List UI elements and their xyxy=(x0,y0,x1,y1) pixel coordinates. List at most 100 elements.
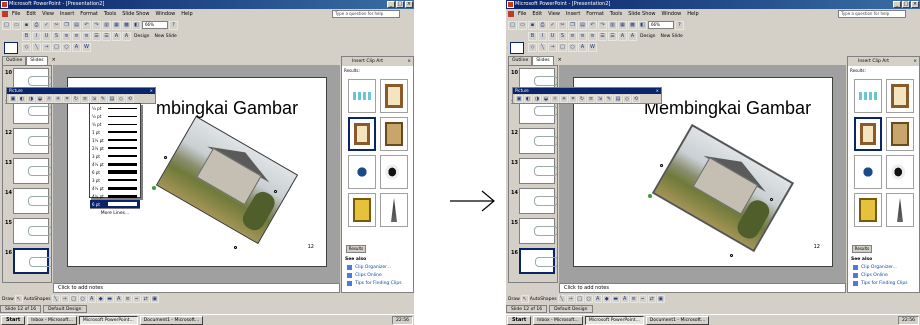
menu-edit[interactable]: Edit xyxy=(532,9,542,19)
line-style-icon[interactable]: ≡ xyxy=(629,295,638,303)
rect-icon[interactable]: □ xyxy=(52,42,61,52)
tab-slides[interactable]: Slides xyxy=(26,56,48,65)
menu-format[interactable]: Format xyxy=(586,9,604,19)
arrow-style-icon[interactable]: ⇄ xyxy=(647,295,656,303)
arrow-icon[interactable]: → xyxy=(42,42,51,52)
close-icon[interactable]: × xyxy=(48,56,56,65)
bold-icon[interactable]: B xyxy=(22,31,31,41)
close-icon[interactable]: × xyxy=(407,57,411,66)
menu-tools[interactable]: Tools xyxy=(610,9,622,19)
shadow-icon[interactable]: S xyxy=(558,31,567,41)
dash-style-icon[interactable]: ┅ xyxy=(638,295,647,303)
shadow-icon[interactable]: ▣ xyxy=(150,295,159,303)
italic-icon[interactable]: I xyxy=(32,31,41,41)
align-right-icon[interactable]: ≡ xyxy=(82,31,91,41)
close-button[interactable]: × xyxy=(911,1,919,8)
slide-layout-icon[interactable] xyxy=(4,42,18,54)
table-icon[interactable]: ▦ xyxy=(112,20,121,30)
thumbnail-item[interactable]: 12 xyxy=(511,128,557,156)
rect-icon[interactable]: □ xyxy=(558,42,567,52)
align-left-icon[interactable]: ≡ xyxy=(568,31,577,41)
compress-icon[interactable]: ⇲ xyxy=(596,95,604,103)
line-color-icon[interactable]: ▬ xyxy=(105,295,114,303)
bullets-icon[interactable]: ☰ xyxy=(608,31,617,41)
taskbar-item-active[interactable]: Microsoft PowerPoint... xyxy=(78,315,138,325)
tips-link[interactable]: Tips for Finding Clips xyxy=(853,281,908,286)
rotate-icon[interactable]: ↻ xyxy=(72,95,80,103)
new-icon[interactable]: □ xyxy=(2,20,11,30)
slide-title[interactable]: mbingkai Gambar xyxy=(156,98,298,119)
redo-icon[interactable]: ↷ xyxy=(92,20,101,30)
zoom-select[interactable]: 66% xyxy=(648,21,674,29)
close-icon[interactable]: × xyxy=(554,56,562,65)
clips-online-link[interactable]: Clips Online xyxy=(347,273,382,278)
table-icon[interactable]: ▦ xyxy=(618,20,627,30)
draw-menu[interactable]: Draw xyxy=(2,297,14,302)
rect-icon[interactable]: □ xyxy=(69,295,78,303)
results-button[interactable]: Results xyxy=(852,245,872,253)
clip-organizer-link[interactable]: Clip Organizer... xyxy=(347,265,391,270)
paste-icon[interactable]: ▤ xyxy=(72,20,81,30)
more-lines-option[interactable]: More Lines... xyxy=(90,208,140,217)
thumbnail-item[interactable]: 12 xyxy=(5,128,51,156)
spell-icon[interactable]: ✓ xyxy=(42,20,51,30)
arrow-icon[interactable]: → xyxy=(548,42,557,52)
undo-icon[interactable]: ↶ xyxy=(82,20,91,30)
design-button[interactable]: Design xyxy=(132,34,152,39)
line-style-option[interactable]: 4½ pt xyxy=(90,192,140,200)
clip-item-selected[interactable] xyxy=(854,117,882,151)
italic-icon[interactable]: I xyxy=(538,31,547,41)
contrast-down-icon[interactable]: ◒ xyxy=(542,95,550,103)
thumbnail-item-selected[interactable]: 16 xyxy=(511,248,557,276)
numbering-icon[interactable]: ☰ xyxy=(598,31,607,41)
menu-tools[interactable]: Tools xyxy=(104,9,116,19)
clip-item[interactable] xyxy=(854,79,882,113)
notes-field[interactable]: Click to add notes xyxy=(559,283,846,293)
thumbnail-item[interactable]: 15 xyxy=(5,218,51,246)
minimize-button[interactable]: _ xyxy=(387,1,395,8)
clip-item[interactable] xyxy=(854,155,882,189)
line-style-icon[interactable]: ≡ xyxy=(81,95,89,103)
resize-handle[interactable] xyxy=(730,254,733,257)
new-icon[interactable]: □ xyxy=(508,20,517,30)
arrow-icon[interactable]: → xyxy=(60,295,69,303)
insert-picture-icon[interactable]: ▣ xyxy=(9,95,17,103)
new-slide-button[interactable]: New Slide xyxy=(659,34,685,39)
oval-icon[interactable]: ○ xyxy=(62,42,71,52)
align-left-icon[interactable]: ≡ xyxy=(62,31,71,41)
font-grow-icon[interactable]: A xyxy=(112,31,121,41)
select-icon[interactable]: ↖ xyxy=(14,295,23,303)
rotate-handle[interactable] xyxy=(152,186,156,190)
menu-help[interactable]: Help xyxy=(687,9,698,19)
help-search-input[interactable]: Type a question for help xyxy=(838,10,906,18)
thumbnail-item[interactable]: 15 xyxy=(511,218,557,246)
rect-icon[interactable]: □ xyxy=(575,295,584,303)
insert-picture-icon[interactable]: ▣ xyxy=(515,95,523,103)
format-picture-icon[interactable]: ▤ xyxy=(614,95,622,103)
color-icon[interactable]: ◐ xyxy=(18,95,26,103)
format-picture-icon[interactable]: ▤ xyxy=(108,95,116,103)
resize-handle[interactable] xyxy=(660,164,663,167)
bullets-icon[interactable]: ☰ xyxy=(102,31,111,41)
slide-canvas[interactable]: Membingkai Gambar 12 xyxy=(573,77,833,267)
oval-icon[interactable]: ○ xyxy=(584,295,593,303)
color-icon[interactable]: ◧ xyxy=(638,20,647,30)
line-style-option[interactable]: ½ pt xyxy=(90,112,140,120)
clip-organizer-link[interactable]: Clip Organizer... xyxy=(853,265,897,270)
clip-item[interactable] xyxy=(886,117,914,151)
grid-icon[interactable]: ▩ xyxy=(628,20,637,30)
line-style-option[interactable]: 2¼ pt xyxy=(90,144,140,152)
taskbar-item[interactable]: Inbox - Microsoft... xyxy=(27,315,77,325)
shadow-icon[interactable]: S xyxy=(52,31,61,41)
menu-file[interactable]: File xyxy=(12,9,20,19)
dash-style-icon[interactable]: ┅ xyxy=(132,295,141,303)
select-icon[interactable]: ↖ xyxy=(520,295,529,303)
help-icon[interactable]: ? xyxy=(169,20,178,30)
start-button[interactable]: Start xyxy=(507,315,532,325)
clip-item[interactable] xyxy=(380,155,408,189)
save-icon[interactable]: ▪ xyxy=(528,20,537,30)
rotate-handle[interactable] xyxy=(648,194,652,198)
chart-icon[interactable]: ▥ xyxy=(608,20,617,30)
cut-icon[interactable]: ✂ xyxy=(52,20,61,30)
copy-icon[interactable]: ❐ xyxy=(568,20,577,30)
